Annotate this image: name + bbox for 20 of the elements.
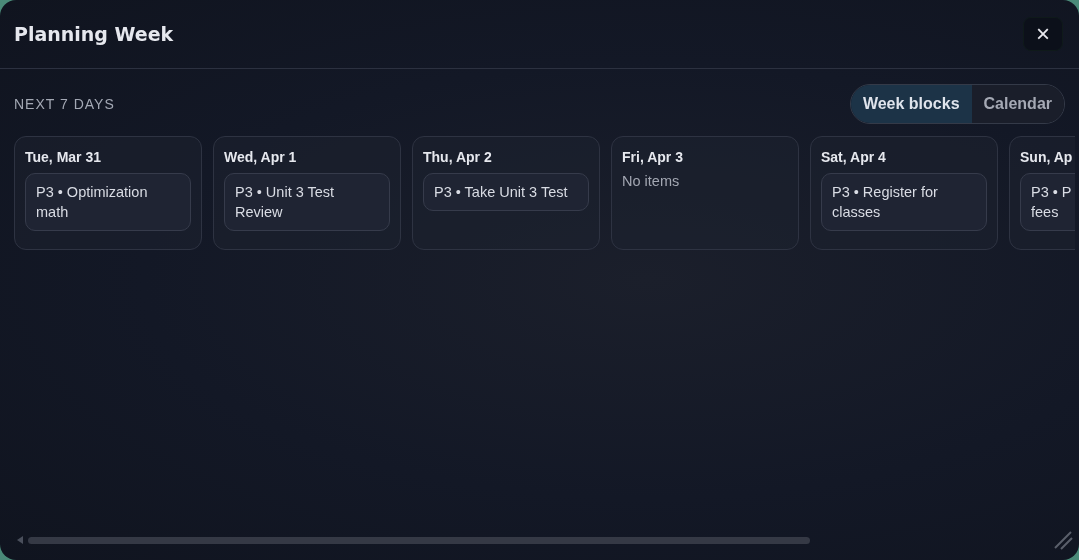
day-date: Fri, Apr 3	[622, 149, 684, 165]
resize-grip-icon[interactable]	[1053, 530, 1073, 550]
section-label: NEXT 7 DAYS	[14, 96, 115, 112]
task-item[interactable]: P3 • Take Unit 3 Test	[423, 173, 589, 211]
dialog-title: Planning Week	[14, 23, 174, 45]
task-item[interactable]: P3 • Optimization math	[25, 173, 191, 231]
view-tab[interactable]: Calendar	[971, 85, 1064, 123]
task-item[interactable]: P3 • Unit 3 Test Review	[224, 173, 390, 231]
close-button[interactable]: ×	[1023, 17, 1063, 51]
day-date: Thu, Apr 2	[423, 149, 493, 165]
scrollbar-thumb[interactable]	[28, 536, 810, 544]
view-tab[interactable]: Week blocks	[850, 85, 972, 123]
task-item[interactable]: P3 • P fees	[1020, 173, 1075, 231]
day-date: Sat, Apr 4	[821, 149, 887, 165]
day-date: Sun, Ap	[1020, 149, 1074, 165]
task-item[interactable]: P3 • Register for classes	[821, 173, 987, 231]
day-date: Tue, Mar 31	[25, 149, 102, 165]
empty-text: No items	[622, 173, 681, 189]
scroll-left-icon[interactable]	[16, 535, 24, 545]
day-date: Wed, Apr 1	[224, 149, 298, 165]
